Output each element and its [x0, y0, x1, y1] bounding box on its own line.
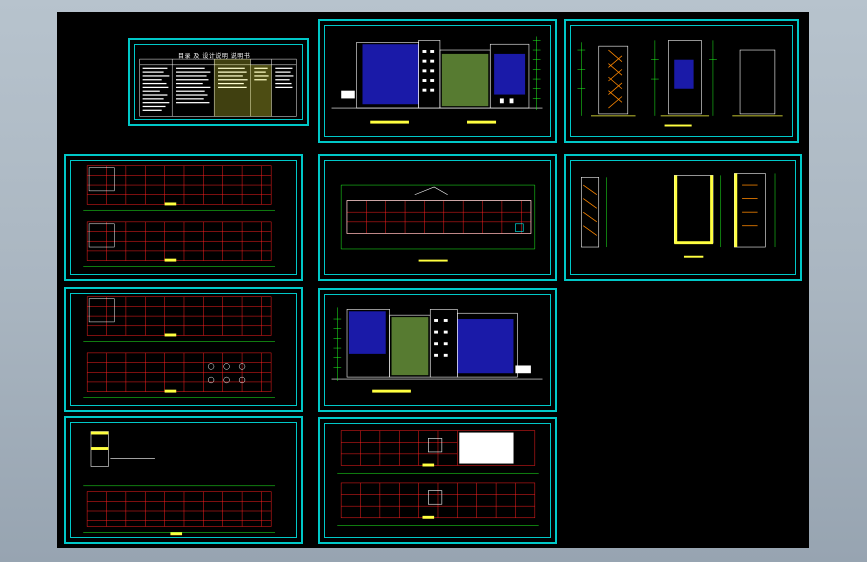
- index-table-drawing: [139, 58, 297, 117]
- sheet-index-table[interactable]: 目录 及 设计说明 说明书: [128, 38, 309, 126]
- sheet-floor-plans-c[interactable]: [64, 416, 303, 544]
- sheet-wall-sections[interactable]: [564, 154, 802, 281]
- side-elevations-drawing: [577, 40, 783, 127]
- sheet-rear-elevation[interactable]: [318, 288, 557, 412]
- cad-model-space[interactable]: 目录 及 设计说明 说明书: [57, 12, 809, 548]
- sheet-floor-plans-d[interactable]: [318, 417, 557, 544]
- wall-sections-drawing: [581, 173, 776, 258]
- floor-plans-c-drawing: [83, 431, 276, 536]
- sheet-front-elevation[interactable]: [318, 19, 557, 143]
- front-elevation-drawing: [331, 36, 543, 124]
- sheet-floor-plans-a[interactable]: [64, 154, 303, 281]
- floor-plans-a-drawing: [83, 165, 276, 267]
- site-plan-drawing: [340, 184, 536, 262]
- sheet-floor-plans-b[interactable]: [64, 287, 303, 412]
- sheet-site-plan[interactable]: [318, 154, 557, 281]
- rear-elevation-drawing: [331, 307, 543, 393]
- floor-plans-d-drawing: [337, 430, 539, 526]
- sheet-side-elevations[interactable]: [564, 19, 799, 143]
- floor-plans-b-drawing: [83, 296, 275, 398]
